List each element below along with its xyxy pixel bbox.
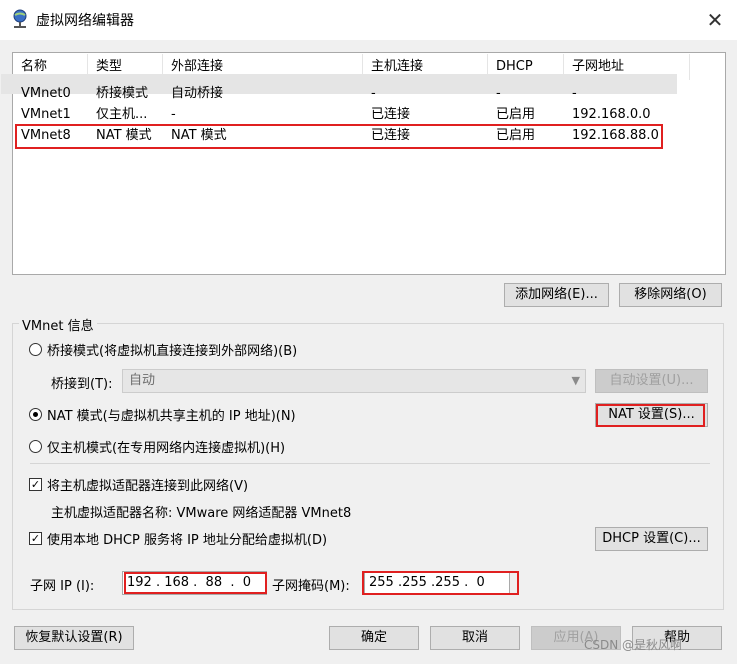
- highlight-box-subnet-mask: [362, 571, 519, 595]
- radio-selected-dot: [33, 412, 38, 417]
- cell-dhcp: 已启用: [496, 107, 536, 122]
- highlight-box-vmnet8: [15, 124, 663, 149]
- cell-host: 已连接: [371, 107, 411, 122]
- bridged-to-select[interactable]: 自动 ▼: [122, 369, 586, 393]
- cell-dhcp: -: [496, 86, 501, 101]
- watermark: CSDN @是秋风啊: [584, 638, 683, 652]
- bridged-to-value: 自动: [129, 373, 156, 388]
- add-network-button[interactable]: 添加网络(E)...: [504, 283, 609, 307]
- auto-settings-button[interactable]: 自动设置(U)...: [595, 369, 708, 393]
- cell-subnet: 192.168.0.0: [572, 107, 651, 122]
- cell-subnet: -: [572, 86, 577, 101]
- column-header-name[interactable]: 名称: [13, 54, 88, 80]
- subnet-ip-label: 子网 IP (I):: [30, 579, 95, 594]
- column-header-external[interactable]: 外部连接: [163, 54, 363, 80]
- column-header-dhcp[interactable]: DHCP: [488, 54, 564, 80]
- network-globe-icon: [13, 9, 27, 28]
- column-header-subnet[interactable]: 子网地址: [564, 54, 690, 80]
- bridged-radio-label[interactable]: 桥接模式(将虚拟机直接连接到外部网络)(B): [47, 340, 297, 359]
- dhcp-checkbox-label[interactable]: 使用本地 DHCP 服务将 IP 地址分配给虚拟机(D): [47, 529, 327, 548]
- cell-host: -: [371, 86, 376, 101]
- highlight-box-subnet-ip: [124, 572, 267, 594]
- table-row[interactable]: VMnet1 仅主机... - 已连接 已启用 192.168.0.0: [13, 105, 690, 125]
- window-title: 虚拟网络编辑器: [36, 13, 134, 29]
- hostonly-radio-label[interactable]: 仅主机模式(在专用网络内连接虚拟机)(H): [47, 437, 285, 456]
- column-header-host[interactable]: 主机连接: [363, 54, 488, 80]
- cell-type: 桥接模式: [96, 86, 149, 101]
- nat-radio[interactable]: [29, 408, 42, 421]
- close-icon[interactable]: ✕: [704, 9, 726, 31]
- cell-name: VMnet1: [21, 107, 71, 122]
- cell-external: -: [171, 107, 176, 122]
- table-header: 名称 类型 外部连接 主机连接 DHCP 子网地址: [13, 53, 690, 81]
- ok-button[interactable]: 确定: [329, 626, 419, 650]
- highlight-box-nat-settings: [596, 404, 705, 427]
- subnet-mask-label: 子网掩码(M):: [272, 579, 350, 594]
- restore-defaults-button[interactable]: 恢复默认设置(R): [14, 626, 134, 650]
- vmnet-info-group: [12, 323, 724, 610]
- divider: [30, 463, 710, 464]
- hostonly-radio[interactable]: [29, 440, 42, 453]
- dhcp-checkbox[interactable]: ✓: [29, 532, 42, 545]
- remove-network-button[interactable]: 移除网络(O): [619, 283, 722, 307]
- column-header-type[interactable]: 类型: [88, 54, 163, 80]
- cell-name: VMnet0: [21, 86, 71, 101]
- nat-radio-label[interactable]: NAT 模式(与虚拟机共享主机的 IP 地址)(N): [47, 405, 296, 424]
- chevron-down-icon: ▼: [571, 374, 580, 387]
- table-row[interactable]: VMnet0 桥接模式 自动桥接 - - -: [13, 84, 690, 104]
- connect-adapter-checkbox[interactable]: ✓: [29, 478, 42, 491]
- dhcp-settings-button[interactable]: DHCP 设置(C)...: [595, 527, 708, 551]
- vmnet-info-label: VMnet 信息: [19, 315, 97, 334]
- adapter-name-text: 主机虚拟适配器名称: VMware 网络适配器 VMnet8: [51, 506, 352, 521]
- cancel-button[interactable]: 取消: [430, 626, 520, 650]
- connect-adapter-label[interactable]: 将主机虚拟适配器连接到此网络(V): [47, 475, 248, 494]
- cell-type: 仅主机...: [96, 107, 148, 122]
- bridged-to-label: 桥接到(T):: [51, 377, 113, 392]
- cell-external: 自动桥接: [171, 86, 224, 101]
- bridged-radio[interactable]: [29, 343, 42, 356]
